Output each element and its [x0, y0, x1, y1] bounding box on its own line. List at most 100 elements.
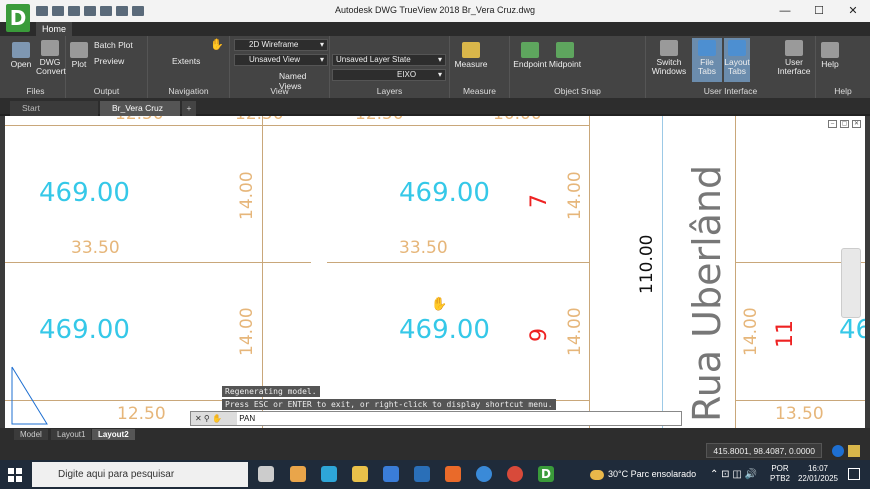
command-history-line: Press ESC or ENTER to exit, or right-cli… — [222, 399, 556, 410]
notifications-icon[interactable] — [848, 468, 860, 480]
viewport-minimize-icon[interactable]: – — [828, 120, 837, 128]
file-tab-start[interactable]: Start — [10, 101, 98, 116]
app-icon[interactable] — [476, 466, 492, 482]
dwg-trueview-taskbar-icon[interactable]: D — [538, 466, 554, 482]
layer-dropdown[interactable]: EIXO — [332, 69, 446, 81]
batch-plot-button[interactable]: Batch Plot — [94, 40, 133, 50]
panel-help: Help Help — [816, 36, 870, 98]
midpoint-snap-button[interactable]: Midpoint — [548, 42, 582, 69]
help-button[interactable]: Help — [818, 42, 842, 69]
open-button[interactable]: Open — [8, 42, 34, 69]
midpoint-icon — [556, 42, 574, 58]
taskbar-search-input[interactable]: Digite aqui para pesquisar — [32, 462, 248, 487]
close-button[interactable]: ✕ — [836, 0, 870, 22]
pan-hand-icon[interactable]: ✋ — [210, 38, 224, 51]
dim-depth: 14.00 — [741, 307, 761, 356]
dim-depth: 14.00 — [237, 307, 257, 356]
layout-tab-layout2[interactable]: Layout2 — [92, 429, 135, 440]
pan-cursor-icon: ✋ — [431, 296, 448, 311]
plot-button[interactable]: Plot — [68, 42, 90, 69]
layout-tabs-button[interactable]: Layout Tabs — [724, 38, 750, 82]
status-bar: 415.8001, 98.4087, 0.0000 — [0, 440, 870, 460]
window-title: Autodesk DWG TrueView 2018 Br_Vera Cruz.… — [335, 5, 535, 15]
drawing-viewport[interactable]: 12.50 12.50 12.50 10.00 469.00 469.00 46… — [5, 116, 865, 428]
navigation-bar[interactable] — [841, 248, 861, 318]
endpoint-snap-button[interactable]: Endpoint — [512, 42, 548, 69]
file-tab-document[interactable]: Br_Vera Cruz — [100, 101, 180, 116]
lot-number: 7 — [527, 194, 552, 208]
lot-area: 469.00 — [39, 178, 130, 208]
ucs-triangle-icon — [11, 366, 48, 425]
mail-icon[interactable] — [414, 466, 430, 482]
endpoint-icon — [521, 42, 539, 58]
lot-area: 469.00 — [399, 315, 490, 345]
preview-button[interactable]: Preview — [94, 56, 124, 66]
coordinates-readout: 415.8001, 98.4087, 0.0000 — [706, 443, 822, 458]
dim-top: 12.50 — [235, 116, 284, 124]
viewport-restore-icon[interactable]: ▢ — [840, 120, 849, 128]
dwg-convert-icon — [41, 40, 59, 56]
weather-widget[interactable]: 30°C Parc ensolarado — [590, 460, 696, 489]
maximize-button[interactable]: ☐ — [802, 0, 836, 22]
ribbon: Open DWG Convert Files Plot Batch Plot Pr… — [0, 36, 870, 98]
store-icon[interactable] — [383, 466, 399, 482]
dim-depth: 14.00 — [565, 307, 585, 356]
application-menu-button[interactable]: D — [6, 4, 30, 32]
lot-line — [735, 400, 865, 401]
firefox-icon[interactable] — [445, 466, 461, 482]
dim-top: 12.50 — [355, 116, 404, 124]
switch-windows-button[interactable]: Switch Windows — [650, 40, 688, 76]
new-tab-button[interactable]: + — [182, 101, 196, 116]
dwg-convert-button[interactable]: DWG Convert — [36, 40, 66, 76]
tab-home[interactable]: Home — [36, 22, 73, 36]
weather-sun-icon — [590, 469, 604, 480]
saved-view-dropdown[interactable]: Unsaved View — [234, 54, 328, 66]
layout-tab-layout1[interactable]: Layout1 — [51, 429, 92, 440]
lot-line — [735, 116, 736, 428]
viewport-close-icon[interactable]: ✕ — [852, 120, 861, 128]
chrome-icon[interactable] — [507, 466, 523, 482]
viewport-controls[interactable]: – ▢ ✕ — [828, 120, 861, 128]
panel-label: Help — [834, 86, 852, 96]
printer-icon — [70, 42, 88, 58]
dim-top: 12.50 — [115, 116, 164, 124]
dim-width: 33.50 — [71, 238, 120, 258]
status-globe-icon[interactable] — [832, 445, 844, 457]
taskbar-clock[interactable]: 16:07 22/01/2025 — [798, 464, 838, 484]
lot-line — [589, 116, 590, 428]
panel-label: User Interface — [703, 86, 758, 96]
input-language[interactable]: POR PTB2 — [770, 464, 790, 484]
layer-state-dropdown[interactable]: Unsaved Layer State — [332, 54, 446, 66]
ribbon-tab-bar: Home — [0, 22, 870, 36]
open-folder-icon — [12, 42, 30, 58]
file-tabs-button[interactable]: File Tabs — [692, 38, 722, 82]
extents-button[interactable]: Extents — [172, 56, 200, 66]
lot-line — [5, 262, 311, 263]
windows-icon — [660, 40, 678, 56]
lot-number: 11 — [773, 320, 798, 348]
tray-icons[interactable]: ⌃ ⊡ ◫ 🔊 — [710, 460, 757, 489]
panel-files: Open DWG Convert Files — [6, 36, 66, 98]
panel-label: Measure — [462, 86, 497, 96]
visual-style-dropdown[interactable]: 2D Wireframe — [234, 39, 328, 51]
windows-start-icon[interactable] — [8, 468, 22, 482]
panel-navigation: Extents ✋ Navigation — [148, 36, 230, 98]
edge-icon[interactable] — [321, 466, 337, 482]
dim-depth: 14.00 — [565, 171, 585, 220]
status-customize-icon[interactable] — [848, 445, 860, 457]
command-prompt: PAN — [239, 414, 256, 423]
command-line[interactable]: ✕ ⚲ ✋ PAN — [190, 411, 682, 426]
measure-button[interactable]: Measure — [454, 42, 488, 69]
lot-number: 9 — [527, 328, 552, 342]
widgets-icon[interactable] — [290, 466, 306, 482]
user-interface-button[interactable]: User Interface — [776, 40, 812, 76]
file-explorer-icon[interactable] — [352, 466, 368, 482]
command-line-tools-icon[interactable]: ✕ ⚲ ✋ — [191, 412, 237, 425]
minimize-button[interactable]: — — [768, 0, 802, 22]
street-name: Rua Uberlând — [685, 164, 729, 422]
task-view-icon[interactable] — [258, 466, 274, 482]
file-tab-bar: Start Br_Vera Cruz + — [0, 98, 870, 116]
panel-object-snap: Endpoint Midpoint Object Snap — [510, 36, 646, 98]
windows-taskbar: Digite aqui para pesquisar D 30°C Parc e… — [0, 460, 870, 489]
layout-tab-model[interactable]: Model — [14, 429, 48, 440]
